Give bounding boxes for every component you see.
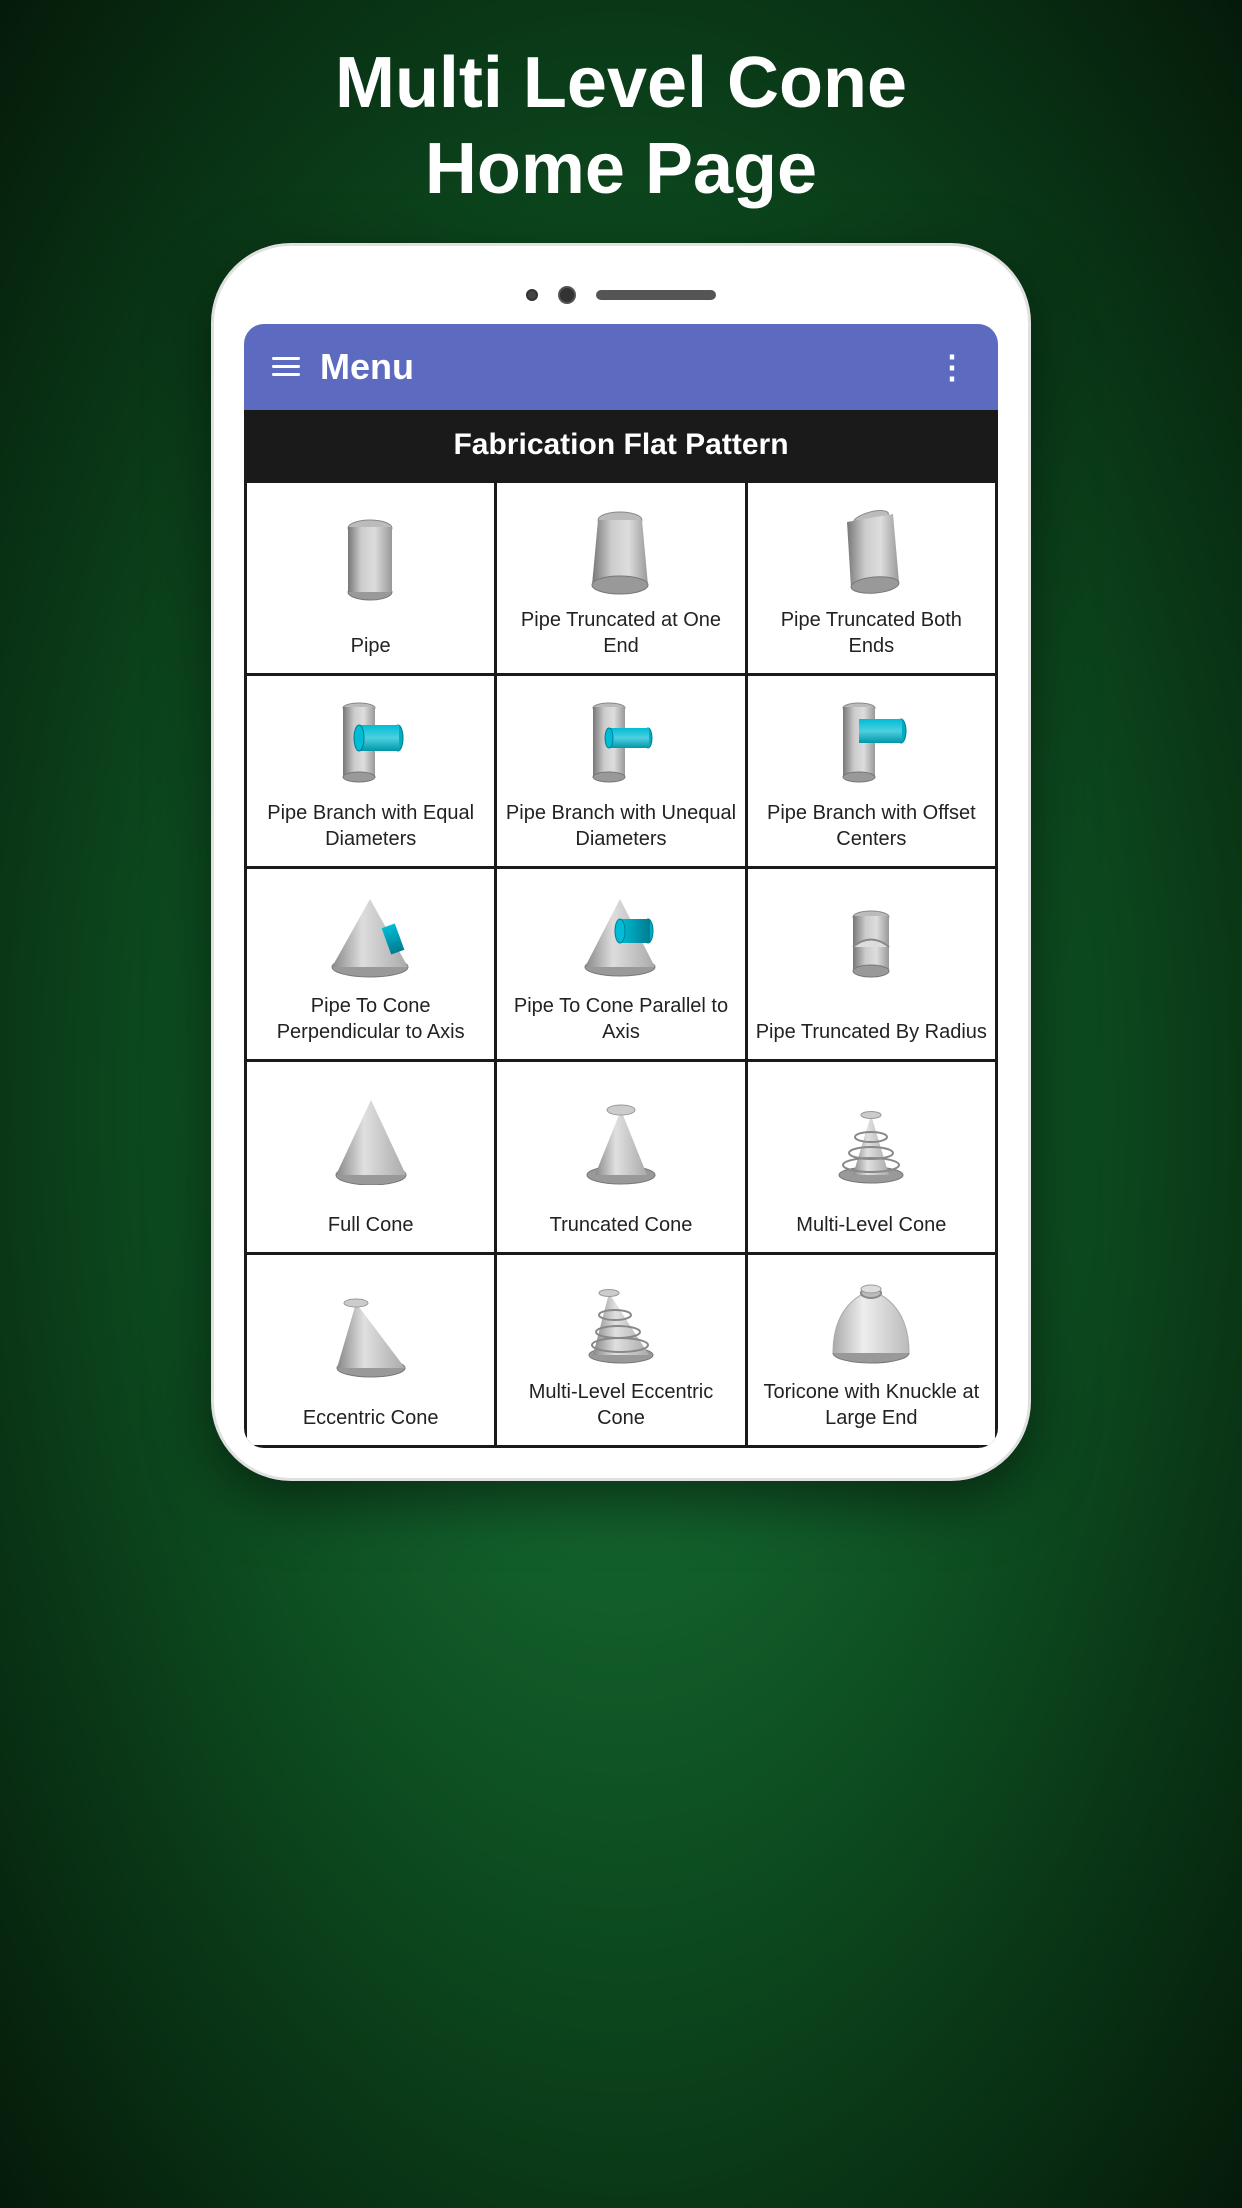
pipe-branch-offset-icon [831, 690, 911, 792]
grid-item-pipe-branch-offset[interactable]: Pipe Branch with Offset Centers [748, 676, 995, 866]
grid-item-pipe-truncated-one[interactable]: Pipe Truncated at One End [497, 483, 744, 673]
menu-icon[interactable] [272, 357, 300, 376]
pipe-truncated-both-label: Pipe Truncated Both Ends [756, 607, 987, 659]
phone-notch [244, 276, 998, 324]
pipe-branch-offset-label: Pipe Branch with Offset Centers [756, 800, 987, 852]
grid-item-pipe-truncated-radius[interactable]: Pipe Truncated By Radius [748, 869, 995, 1059]
phone-screen: Menu ⋮ Fabrication Flat Pattern [244, 324, 998, 1448]
grid-item-eccentric-cone[interactable]: Eccentric Cone [247, 1255, 494, 1445]
grid-item-toricone[interactable]: Toricone with Knuckle at Large End [748, 1255, 995, 1445]
multi-level-eccentric-icon [581, 1269, 661, 1371]
truncated-cone-icon [581, 1076, 661, 1204]
pipe-cone-parallel-label: Pipe To Cone Parallel to Axis [505, 993, 736, 1045]
truncated-cone-label: Truncated Cone [550, 1212, 693, 1238]
multi-level-cone-label: Multi-Level Cone [796, 1212, 946, 1238]
pipe-branch-unequal-label: Pipe Branch with Unequal Diameters [505, 800, 736, 852]
grid-item-pipe-truncated-both[interactable]: Pipe Truncated Both Ends [748, 483, 995, 673]
pipe-cone-perp-label: Pipe To Cone Perpendicular to Axis [255, 993, 486, 1045]
grid-item-pipe-branch-equal[interactable]: Pipe Branch with Equal Diameters [247, 676, 494, 866]
page-title: Multi Level Cone Home Page [275, 0, 967, 243]
multi-level-eccentric-label: Multi-Level Eccentric Cone [505, 1379, 736, 1431]
grid-item-full-cone[interactable]: Full Cone [247, 1062, 494, 1252]
grid-item-pipe[interactable]: Pipe [247, 483, 494, 673]
items-grid: Pipe [244, 480, 998, 1448]
toricone-icon [829, 1269, 914, 1371]
toricone-label: Toricone with Knuckle at Large End [756, 1379, 987, 1431]
camera [558, 286, 576, 304]
pipe-truncated-one-label: Pipe Truncated at One End [505, 607, 736, 659]
pipe-label: Pipe [351, 633, 391, 659]
full-cone-icon [331, 1076, 411, 1204]
header-left: Menu [272, 346, 414, 388]
grid-item-multi-level-eccentric[interactable]: Multi-Level Eccentric Cone [497, 1255, 744, 1445]
pipe-truncated-radius-icon [841, 883, 901, 1011]
multi-level-cone-icon [831, 1076, 911, 1204]
pipe-truncated-radius-label: Pipe Truncated By Radius [756, 1019, 987, 1045]
pipe-branch-equal-label: Pipe Branch with Equal Diameters [255, 800, 486, 852]
pipe-branch-unequal-icon [581, 690, 661, 792]
grid-item-pipe-cone-perp[interactable]: Pipe To Cone Perpendicular to Axis [247, 869, 494, 1059]
grid-item-multi-level-cone[interactable]: Multi-Level Cone [748, 1062, 995, 1252]
phone-frame: Menu ⋮ Fabrication Flat Pattern [211, 243, 1031, 1481]
front-camera [526, 289, 538, 301]
pipe-truncated-both-icon [839, 497, 904, 599]
eccentric-cone-label: Eccentric Cone [303, 1405, 439, 1431]
pipe-cone-perp-icon [328, 883, 413, 985]
grid-item-pipe-branch-unequal[interactable]: Pipe Branch with Unequal Diameters [497, 676, 744, 866]
app-header: Menu ⋮ [244, 324, 998, 410]
full-cone-label: Full Cone [328, 1212, 414, 1238]
grid-item-pipe-cone-parallel[interactable]: Pipe To Cone Parallel to Axis [497, 869, 744, 1059]
section-title: Fabrication Flat Pattern [453, 428, 788, 461]
pipe-branch-equal-icon [331, 690, 411, 792]
section-title-bar: Fabrication Flat Pattern [244, 410, 998, 480]
pipe-truncated-one-icon [588, 497, 653, 599]
eccentric-cone-icon [331, 1269, 411, 1397]
grid-item-truncated-cone[interactable]: Truncated Cone [497, 1062, 744, 1252]
pipe-icon [343, 497, 398, 625]
header-title: Menu [320, 346, 414, 388]
speaker [596, 290, 716, 300]
pipe-cone-parallel-icon [578, 883, 663, 985]
more-options-icon[interactable]: ⋮ [936, 348, 970, 386]
